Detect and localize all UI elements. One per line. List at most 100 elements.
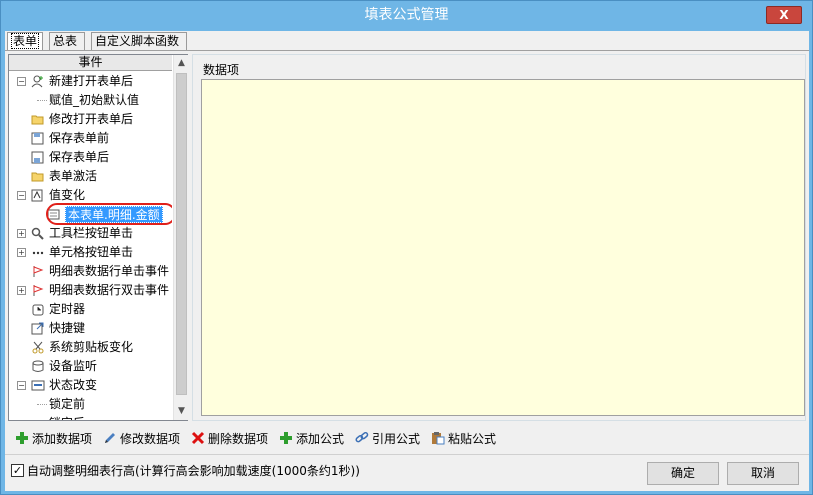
tree-item-label: 保存表单后	[49, 150, 110, 164]
reference-formula-button[interactable]: 引用公式	[355, 428, 420, 450]
add-item-label: 添加数据项	[32, 432, 93, 446]
tree-item[interactable]: 锁定后	[9, 414, 172, 420]
paste-formula-button[interactable]: 粘贴公式	[431, 428, 496, 450]
tree-header: 事件	[9, 55, 172, 71]
tab-custom-script-label: 自定义脚本函数	[95, 34, 180, 48]
tree-item-label: 保存表单前	[49, 131, 110, 145]
paste-icon	[432, 432, 445, 445]
tree-item[interactable]: 锁定前	[9, 395, 172, 414]
close-button[interactable]: X	[766, 6, 802, 24]
tab-form[interactable]: 表单	[7, 32, 43, 51]
dots-icon	[31, 246, 45, 259]
expand-icon[interactable]: +	[17, 248, 26, 257]
edit-item-button[interactable]: 修改数据项	[103, 428, 180, 450]
tab-summary-label: 总表	[53, 34, 78, 48]
title-bar[interactable]: 填表公式管理 X	[1, 1, 812, 30]
selection-highlight-ring	[46, 203, 172, 225]
event-tree[interactable]: − 新建打开表单后 赋值_初始默认值 修改打开表单后 保存表单前保存表单后表单激活 − 值变…	[9, 72, 172, 420]
folder-icon	[31, 170, 45, 183]
collapse-icon[interactable]: −	[17, 77, 26, 86]
ok-button[interactable]: 确定	[647, 462, 719, 485]
tree-item-label: 系统剪贴板变化	[49, 340, 134, 354]
tree-item-label: 锁定前	[49, 397, 86, 411]
tree-item-label: 明细表数据行单击事件	[49, 264, 170, 278]
tree-item-label: 设备监听	[49, 359, 98, 373]
tree-item-label: 修改打开表单后	[49, 112, 134, 126]
tree-item-label: 状态改变	[49, 378, 98, 392]
tree-connector	[37, 100, 47, 101]
edit-item-label: 修改数据项	[120, 432, 181, 446]
tree-item[interactable]: 修改打开表单后	[9, 110, 172, 129]
window-title: 填表公式管理	[364, 7, 449, 23]
user-new-icon	[31, 75, 45, 88]
flag-icon	[31, 265, 45, 278]
tab-summary[interactable]: 总表	[49, 32, 85, 51]
add-item-button[interactable]: 添加数据项	[15, 428, 92, 450]
tool-search-icon	[31, 227, 45, 240]
scroll-thumb[interactable]	[176, 73, 187, 395]
tree-scrollbar[interactable]: ▲ ▼	[173, 55, 188, 420]
tree-item[interactable]: − 状态改变	[9, 376, 172, 395]
tree-item-label: 赋值_初始默认值	[49, 93, 140, 107]
add-formula-label: 添加公式	[296, 432, 345, 446]
shortcut-icon	[31, 322, 45, 335]
tree-item-label: 定时器	[49, 302, 86, 316]
tree-item-label: 单元格按钮单击	[49, 245, 134, 259]
cancel-button[interactable]: 取消	[727, 462, 799, 485]
formula-manager-window: 填表公式管理 X 表单 总表 自定义脚本函数 事件 − 新建打开表单后 赋值_初始默…	[0, 0, 813, 495]
reference-formula-label: 引用公式	[372, 432, 421, 446]
tree-item-label: 锁定后	[49, 415, 85, 420]
collapse-icon[interactable]: −	[17, 191, 26, 200]
tab-custom-script[interactable]: 自定义脚本函数	[91, 32, 187, 51]
tree-item-label: 工具栏按钮单击	[49, 226, 134, 240]
expand-icon[interactable]: +	[17, 229, 26, 238]
save-after-icon	[31, 151, 45, 164]
tree-item[interactable]: 定时器	[9, 300, 172, 319]
auto-adjust-checkbox[interactable]: ✓	[11, 464, 24, 477]
dialog-client: 表单 总表 自定义脚本函数 事件 − 新建打开表单后 赋值_初始默认值 修改打开表单后…	[5, 31, 809, 491]
data-items-panel: 数据项	[192, 54, 806, 421]
data-items-label: 数据项	[203, 63, 240, 77]
tree-item[interactable]: 系统剪贴板变化	[9, 338, 172, 357]
auto-adjust-label[interactable]: 自动调整明细表行高(计算行高会影响加载速度(1000条约1秒))	[27, 462, 360, 479]
tab-divider	[5, 50, 809, 51]
tree-item[interactable]: + 单元格按钮单击	[9, 243, 172, 262]
tree-item-label: 新建打开表单后	[49, 74, 134, 88]
tree-item[interactable]: 明细表数据行单击事件	[9, 262, 172, 281]
tree-connector	[37, 404, 47, 405]
delete-x-icon	[191, 431, 205, 445]
tab-form-label: 表单	[11, 33, 40, 49]
scroll-up-arrow-icon[interactable]: ▲	[174, 55, 189, 72]
tree-item[interactable]: + 工具栏按钮单击	[9, 224, 172, 243]
tree-item[interactable]: + 明细表数据行双击事件	[9, 281, 172, 300]
plus-icon	[280, 432, 292, 444]
tree-item[interactable]: − 新建打开表单后	[9, 72, 172, 91]
tree-item[interactable]: 快捷键	[9, 319, 172, 338]
value-change-icon	[31, 189, 45, 202]
flag-icon	[31, 284, 45, 297]
data-items-area[interactable]	[201, 79, 805, 416]
add-formula-button[interactable]: 添加公式	[279, 428, 344, 450]
delete-item-button[interactable]: 删除数据项	[191, 428, 268, 450]
tree-item-label: 值变化	[49, 188, 86, 202]
footer-bar: ✓ 自动调整明细表行高(计算行高会影响加载速度(1000条约1秒)) 确定 取消	[5, 454, 809, 491]
timer-icon	[31, 303, 45, 316]
expand-icon[interactable]: +	[17, 286, 26, 295]
collapse-icon[interactable]: −	[17, 381, 26, 390]
tree-item-label: 快捷键	[49, 321, 86, 335]
tree-item[interactable]: 赋值_初始默认值	[9, 91, 172, 110]
tree-item[interactable]: 设备监听	[9, 357, 172, 376]
tree-item[interactable]: 保存表单后	[9, 148, 172, 167]
tree-item[interactable]: 保存表单前	[9, 129, 172, 148]
paste-formula-label: 粘贴公式	[448, 432, 497, 446]
device-icon	[31, 360, 45, 373]
tree-item[interactable]: 表单激活	[9, 167, 172, 186]
pencil-icon	[105, 433, 115, 443]
tree-item-label: 明细表数据行双击事件	[49, 283, 170, 297]
save-icon	[31, 132, 45, 145]
event-tree-panel: 事件 − 新建打开表单后 赋值_初始默认值 修改打开表单后 保存表单前保存表单后表单激活…	[8, 54, 188, 421]
tree-item-label: 表单激活	[49, 169, 98, 183]
scroll-down-arrow-icon[interactable]: ▼	[174, 403, 189, 420]
plus-icon	[16, 432, 28, 444]
delete-item-label: 删除数据项	[208, 432, 269, 446]
